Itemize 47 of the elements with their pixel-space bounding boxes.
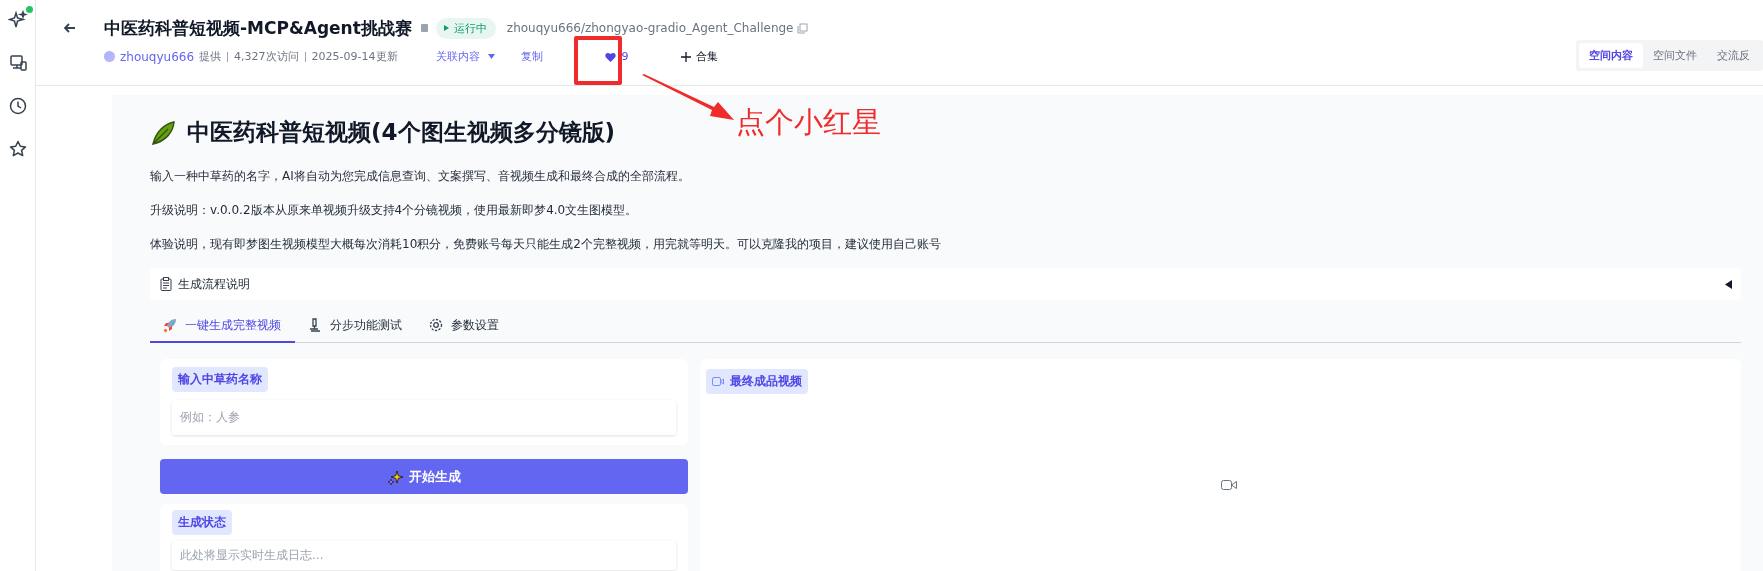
- highlight-frame: [574, 36, 622, 85]
- app-tab[interactable]: 一键生成完整视频: [150, 317, 295, 343]
- generate-button[interactable]: 开始生成: [160, 459, 688, 494]
- rocket-icon: [162, 317, 178, 333]
- space-tab[interactable]: 空间内容: [1579, 43, 1643, 68]
- input-field[interactable]: 例如：人参: [172, 400, 676, 435]
- app-tab[interactable]: 分步功能测试: [295, 317, 416, 341]
- avatar: [104, 51, 115, 62]
- description-text: 升级说明：v.0.0.2版本从原来单视频升级支持4个分镜视频，使用最新即梦4.0文生图模型。: [150, 202, 639, 219]
- collection-button[interactable]: 合集: [680, 49, 718, 64]
- leaf-icon: [150, 119, 176, 146]
- app-title: 中医药科普短视频(4个图生视频多分镜版): [187, 118, 616, 147]
- star-icon[interactable]: [7, 139, 28, 159]
- accordion-header[interactable]: 生成流程说明: [150, 268, 1741, 300]
- collapse-caret-icon[interactable]: [1724, 279, 1733, 289]
- caret-icon: [487, 54, 495, 59]
- annotation-text: 点个小红星: [736, 104, 881, 141]
- log-field[interactable]: 此处将显示实时生成日志...: [172, 541, 676, 570]
- related-dropdown[interactable]: 关联内容: [435, 49, 495, 64]
- sparkles-icon: [387, 468, 404, 485]
- accordion-label: 生成流程说明: [178, 275, 250, 293]
- space-tab[interactable]: 交流反: [1707, 43, 1760, 68]
- space-tab[interactable]: 空间文件: [1643, 43, 1707, 68]
- field-label: 输入中草药名称: [172, 367, 268, 392]
- like-button[interactable]: 9: [604, 50, 629, 63]
- video-camera-icon: [712, 377, 724, 386]
- field-label: 生成状态: [172, 510, 232, 535]
- description-text: 输入一种中草药的名字，AI将自动为您完成信息查询、文案撰写、音视频生成和最终合成的全部流程。: [150, 168, 691, 185]
- settings-icon: [428, 317, 444, 333]
- monitor-icon[interactable]: [7, 53, 28, 73]
- update-date: 2025-09-14更新: [311, 49, 398, 64]
- visit-count: 4,327次访问: [234, 49, 299, 64]
- space-title: 中医药科普短视频-MCP&Agent挑战赛: [104, 16, 412, 40]
- field-label: 最终成品视频: [706, 369, 808, 394]
- microscope-icon: [307, 317, 323, 333]
- meta-text: 提供: [199, 49, 222, 64]
- clock-icon[interactable]: [7, 96, 28, 116]
- video-camera-icon: [1220, 479, 1237, 491]
- app-tab[interactable]: 参数设置: [416, 317, 513, 341]
- repo-path: zhouqyu666/zhongyao-gradio_Agent_Challenge: [506, 21, 794, 35]
- author-link[interactable]: zhouqyu666: [120, 49, 195, 64]
- clipboard-icon: [160, 277, 172, 291]
- description-text: 体验说明，现有即梦图生视频模型大概每次消耗10积分，免费账号每天只能生成2个完整视频，用完就等明天。可以克隆我的项目，建议使用自己账号: [150, 236, 942, 253]
- plus-icon: [680, 51, 691, 62]
- status-badge: 运行中: [435, 17, 496, 39]
- sparkle-icon[interactable]: [7, 10, 28, 30]
- copy-link[interactable]: 复制: [520, 49, 543, 64]
